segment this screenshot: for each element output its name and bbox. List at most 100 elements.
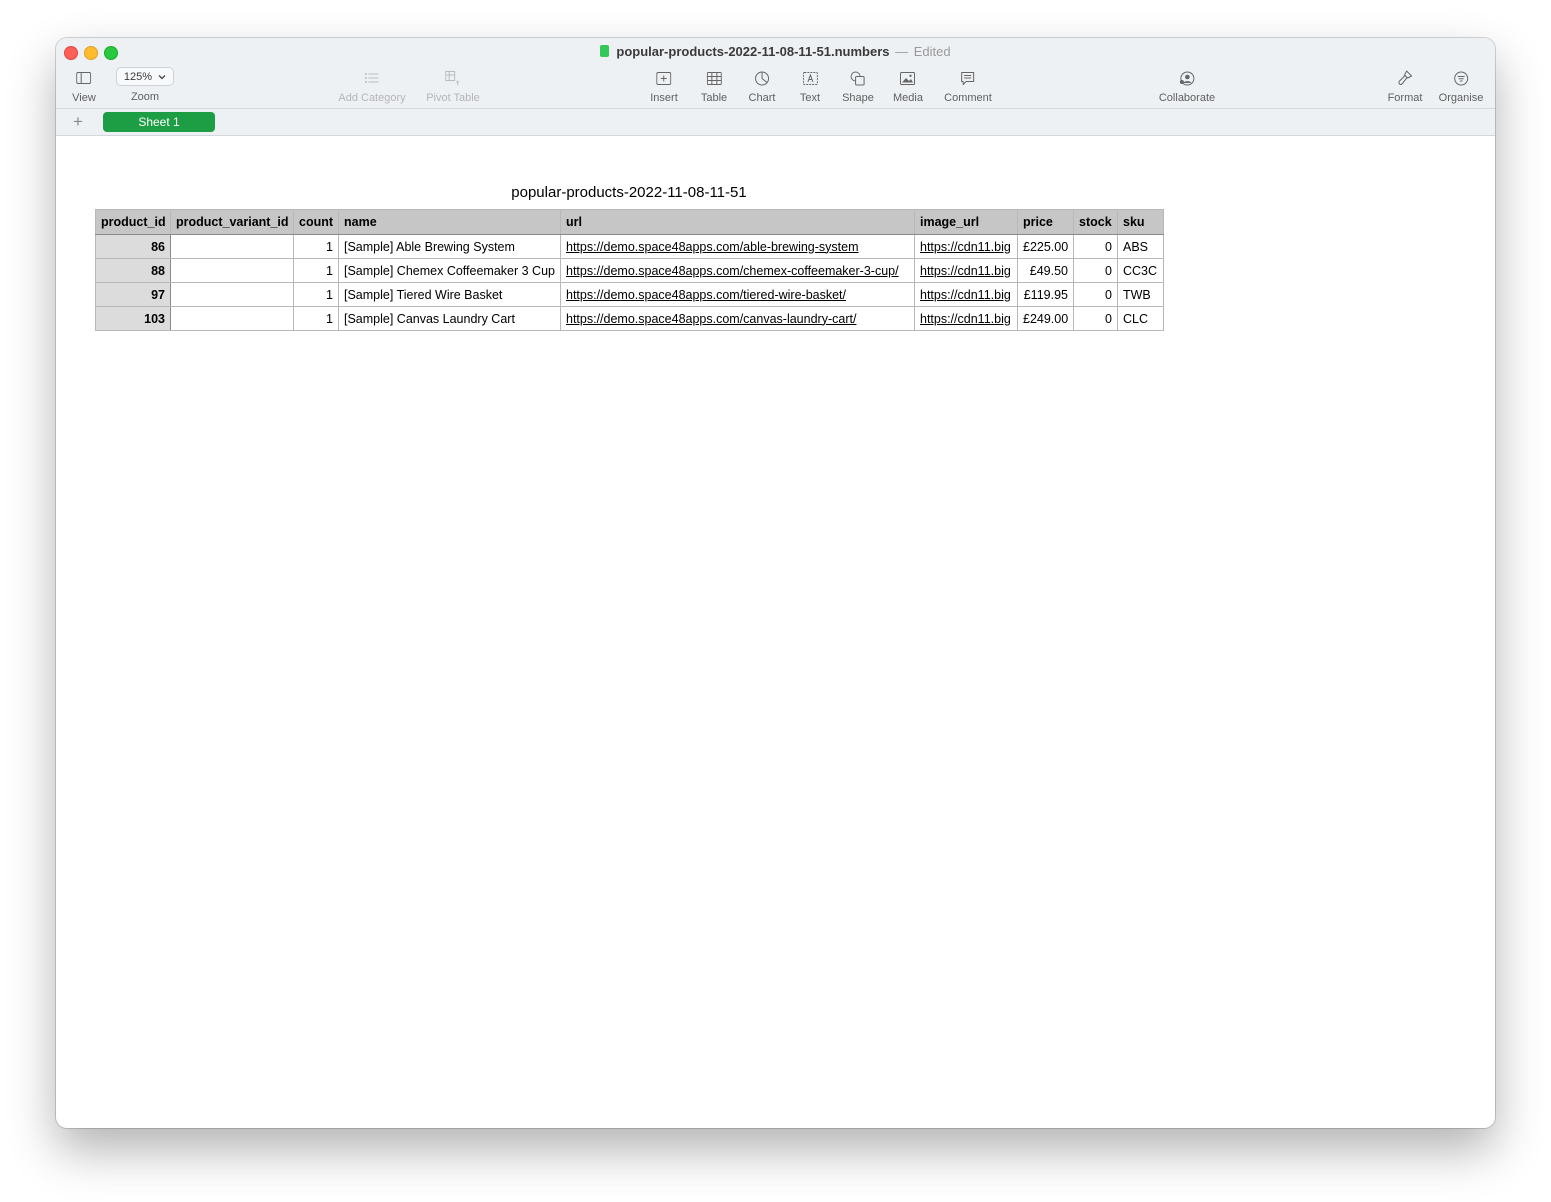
- zoom-control[interactable]: 125% Zoom: [116, 67, 174, 105]
- table-cell[interactable]: 0: [1073, 282, 1118, 307]
- table-cell[interactable]: [Sample] Tiered Wire Basket: [338, 282, 561, 307]
- image-url-link[interactable]: https://cdn11.big: [914, 234, 1018, 259]
- chart-label: Chart: [748, 92, 776, 104]
- add-sheet-button[interactable]: +: [73, 112, 83, 131]
- zoom-select[interactable]: 125%: [116, 67, 174, 86]
- shape-label: Shape: [842, 92, 874, 104]
- comment-icon: [959, 69, 977, 87]
- edited-status: Edited: [913, 44, 951, 59]
- table-cell[interactable]: 86: [95, 234, 171, 259]
- image-url-link[interactable]: https://cdn11.big: [914, 282, 1018, 307]
- view-button[interactable]: View: [72, 69, 96, 105]
- collaborate-button[interactable]: Collaborate: [1159, 69, 1215, 105]
- comment-button[interactable]: Comment: [944, 69, 992, 105]
- table-cell[interactable]: 1: [293, 282, 339, 307]
- view-label: View: [72, 92, 96, 104]
- file-name: popular-products-2022-11-08-11-51.number…: [616, 44, 890, 59]
- sidebar-icon: [75, 69, 93, 87]
- url-link[interactable]: https://demo.space48apps.com/canvas-laun…: [560, 306, 915, 331]
- table-cell[interactable]: £249.00: [1017, 306, 1074, 331]
- table-cell[interactable]: 1: [293, 234, 339, 259]
- text-button[interactable]: Text: [800, 69, 820, 105]
- insert-icon: [655, 69, 673, 87]
- zoom-value: 125%: [123, 70, 153, 83]
- table-cell[interactable]: 0: [1073, 306, 1118, 331]
- column-header[interactable]: price: [1017, 209, 1074, 235]
- shape-icon: [849, 69, 867, 87]
- pivot-table-icon: [444, 69, 462, 87]
- column-header[interactable]: url: [560, 209, 915, 235]
- column-header[interactable]: name: [338, 209, 561, 235]
- table-cell[interactable]: CC3C: [1117, 258, 1164, 283]
- pivot-table-button[interactable]: Pivot Table: [426, 69, 480, 105]
- table-title[interactable]: popular-products-2022-11-08-11-51: [95, 184, 1163, 201]
- table-cell[interactable]: [170, 258, 294, 283]
- toolbar: popular-products-2022-11-08-11-51.number…: [56, 38, 1495, 109]
- url-link[interactable]: https://demo.space48apps.com/chemex-coff…: [560, 258, 915, 283]
- table-cell[interactable]: [170, 282, 294, 307]
- media-button[interactable]: Media: [893, 69, 923, 105]
- table-row: 88 1 [Sample] Chemex Coffeemaker 3 Cup h…: [95, 258, 1164, 283]
- table-cell[interactable]: £225.00: [1017, 234, 1074, 259]
- comment-label: Comment: [944, 92, 992, 104]
- column-header[interactable]: product_variant_id: [170, 209, 294, 235]
- table-cell[interactable]: 97: [95, 282, 171, 307]
- table-icon: [705, 69, 723, 87]
- numbers-document-icon: [600, 45, 610, 57]
- table-cell[interactable]: 1: [293, 306, 339, 331]
- table-cell[interactable]: [170, 234, 294, 259]
- column-header[interactable]: product_id: [95, 209, 171, 235]
- table-cell[interactable]: £119.95: [1017, 282, 1074, 307]
- text-icon: [801, 69, 819, 87]
- image-url-link[interactable]: https://cdn11.big: [914, 306, 1018, 331]
- table-cell[interactable]: 1: [293, 258, 339, 283]
- window-title: popular-products-2022-11-08-11-51.number…: [56, 44, 1495, 59]
- insert-label: Insert: [650, 92, 678, 104]
- table-cell[interactable]: ABS: [1117, 234, 1164, 259]
- title-separator: —: [895, 44, 909, 59]
- url-link[interactable]: https://demo.space48apps.com/able-brewin…: [560, 234, 915, 259]
- format-label: Format: [1387, 92, 1423, 104]
- tab-sheet-1[interactable]: Sheet 1: [103, 112, 215, 132]
- table-cell[interactable]: 0: [1073, 234, 1118, 259]
- list-icon: [363, 69, 381, 87]
- table-cell[interactable]: [Sample] Able Brewing System: [338, 234, 561, 259]
- organise-icon: [1452, 69, 1470, 87]
- shape-button[interactable]: Shape: [842, 69, 874, 105]
- table-label: Table: [700, 92, 728, 104]
- organise-button[interactable]: Organise: [1438, 69, 1484, 105]
- table-row: 103 1 [Sample] Canvas Laundry Cart https…: [95, 306, 1164, 331]
- chevron-down-icon: [158, 74, 166, 79]
- products-table: product_id product_variant_id count name…: [95, 209, 1164, 331]
- table-row: 97 1 [Sample] Tiered Wire Basket https:/…: [95, 282, 1164, 307]
- table-cell[interactable]: [170, 306, 294, 331]
- table-cell[interactable]: [Sample] Chemex Coffeemaker 3 Cup: [338, 258, 561, 283]
- table-cell[interactable]: CLC: [1117, 306, 1164, 331]
- table-cell[interactable]: TWB: [1117, 282, 1164, 307]
- column-header[interactable]: stock: [1073, 209, 1118, 235]
- text-label: Text: [799, 92, 821, 104]
- column-header[interactable]: count: [293, 209, 339, 235]
- header-row: product_id product_variant_id count name…: [95, 209, 1164, 235]
- sheet-tab-bar: + Sheet 1: [56, 109, 1495, 136]
- organise-label: Organise: [1438, 92, 1484, 104]
- url-link[interactable]: https://demo.space48apps.com/tiered-wire…: [560, 282, 915, 307]
- table-cell[interactable]: 88: [95, 258, 171, 283]
- chart-icon: [753, 69, 771, 87]
- table-cell[interactable]: [Sample] Canvas Laundry Cart: [338, 306, 561, 331]
- numbers-window: popular-products-2022-11-08-11-51.number…: [56, 38, 1495, 1128]
- chart-button[interactable]: Chart: [748, 69, 776, 105]
- add-category-button[interactable]: Add Category: [338, 69, 406, 105]
- table-button[interactable]: Table: [701, 69, 727, 105]
- image-url-link[interactable]: https://cdn11.big: [914, 258, 1018, 283]
- table-cell[interactable]: 103: [95, 306, 171, 331]
- media-icon: [899, 69, 917, 87]
- table-cell[interactable]: 0: [1073, 258, 1118, 283]
- zoom-label: Zoom: [130, 91, 160, 103]
- column-header[interactable]: image_url: [914, 209, 1018, 235]
- media-label: Media: [893, 92, 923, 104]
- format-button[interactable]: Format: [1387, 69, 1423, 105]
- column-header[interactable]: sku: [1117, 209, 1164, 235]
- insert-button[interactable]: Insert: [650, 69, 678, 105]
- table-cell[interactable]: £49.50: [1017, 258, 1074, 283]
